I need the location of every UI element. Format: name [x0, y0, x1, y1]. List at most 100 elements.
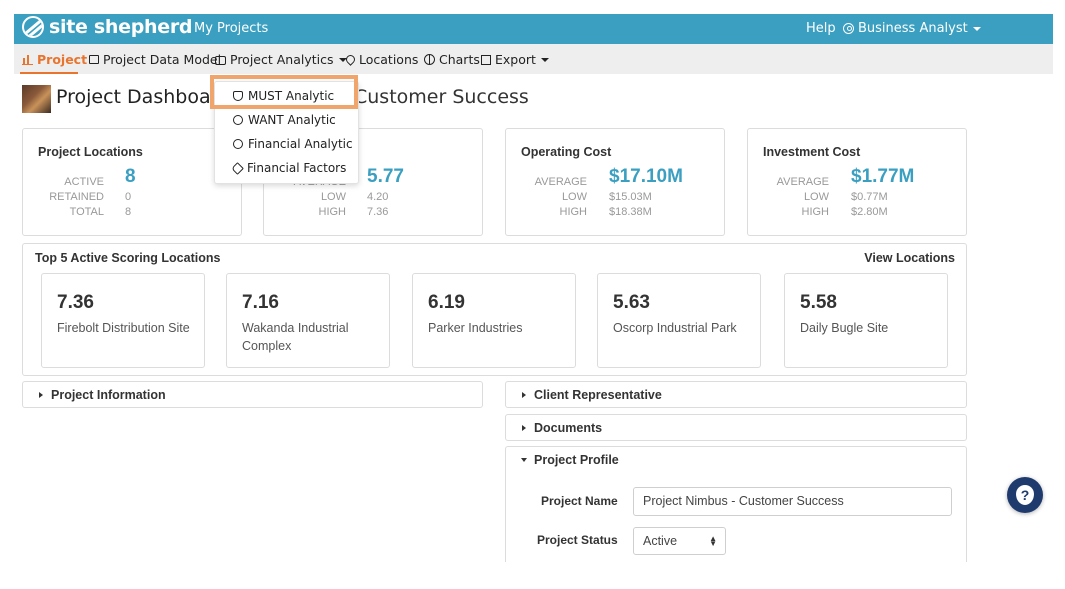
section-label: Documents: [534, 421, 603, 435]
caret-right-icon: [522, 392, 526, 398]
select-arrows-icon: ▲ ▼: [709, 534, 717, 548]
kpi-average-value: $17.10M: [609, 166, 683, 187]
project-profile-header[interactable]: Project Profile: [506, 447, 966, 474]
menu-item-label: WANT Analytic: [248, 113, 336, 127]
section-label: Project Profile: [534, 453, 619, 467]
kpi-high-value: $2.80M: [851, 206, 888, 218]
location-score: 5.63: [613, 292, 650, 313]
kpi-title: Project Locations: [38, 145, 143, 159]
brand-name: site shepherd: [49, 16, 193, 38]
project-thumbnail: [22, 85, 51, 113]
chevron-down-icon: [540, 57, 549, 62]
menu-item-label: Financial Analytic: [248, 137, 353, 151]
kpi-label: ACTIVE: [64, 176, 104, 188]
kpi-project-locations: Project Locations ACTIVE 8 RETAINED 0 TO…: [22, 128, 242, 236]
help-button[interactable]: ?: [1007, 477, 1043, 513]
external-link-icon: [481, 54, 491, 65]
project-name-input[interactable]: Project Nimbus - Customer Success: [633, 487, 952, 516]
location-name: Firebolt Distribution Site: [57, 321, 190, 335]
highlight-box: [210, 75, 358, 109]
chevron-down-icon: [972, 26, 981, 31]
location-score: 7.36: [57, 292, 94, 313]
caret-right-icon: [522, 425, 526, 431]
kpi-total-value: 8: [125, 206, 132, 218]
page-title: Project Dashboard: [56, 86, 231, 108]
nav-bar: Project Project Data Model Project Analy…: [14, 44, 1053, 74]
kpi-investment-cost: Investment Cost AVERAGE $1.77M LOW $0.77…: [747, 128, 967, 236]
kpi-label: LOW: [803, 191, 829, 203]
user-menu[interactable]: Business Analyst: [843, 21, 981, 36]
kpi-label: HIGH: [318, 206, 347, 218]
user-circle-icon: [843, 23, 854, 34]
kpi-average-value: 5.77: [367, 166, 404, 187]
tag-icon: [231, 161, 244, 175]
location-name: Daily Bugle Site: [800, 321, 889, 335]
map-pin-icon: [344, 53, 357, 66]
location-score: 5.58: [800, 292, 837, 313]
kpi-operating-cost: Operating Cost AVERAGE $17.10M LOW $15.0…: [505, 128, 725, 236]
nav-project-analytics-label: Project Analytics: [230, 52, 334, 67]
my-projects-link[interactable]: My Projects: [194, 21, 268, 36]
location-score: 6.19: [428, 292, 465, 313]
project-information-section[interactable]: Project Information: [22, 381, 483, 408]
nav-project[interactable]: Project: [22, 52, 87, 67]
kpi-label: RETAINED: [49, 191, 104, 203]
client-representative-section[interactable]: Client Representative: [505, 381, 967, 408]
nav-project-data-model[interactable]: Project Data Model: [89, 52, 221, 67]
brand-logo[interactable]: site shepherd: [22, 16, 193, 38]
view-locations-link[interactable]: View Locations: [864, 251, 955, 265]
kpi-label: LOW: [320, 191, 346, 203]
kpi-low-value: $15.03M: [609, 191, 652, 203]
kpi-high-value: $18.38M: [609, 206, 652, 218]
location-name: Wakanda Industrial Complex: [242, 321, 349, 353]
nav-project-data-model-label: Project Data Model: [103, 52, 222, 67]
kpi-low-value: 4.20: [367, 191, 389, 203]
dollar-circle-icon: [233, 139, 243, 149]
nav-export[interactable]: Export: [481, 52, 549, 67]
section-label: Client Representative: [534, 388, 662, 402]
section-label: Project Information: [51, 388, 166, 402]
kpi-label: HIGH: [559, 206, 588, 218]
logo-icon: [22, 16, 44, 38]
location-card[interactable]: 7.16 Wakanda Industrial Complex: [226, 273, 390, 368]
nav-charts-label: Charts: [439, 52, 480, 67]
kpi-high-value: 7.36: [367, 206, 389, 218]
kpi-average-value: $1.77M: [851, 166, 915, 187]
help-link[interactable]: Help: [806, 21, 836, 36]
kpi-label: HIGH: [801, 206, 830, 218]
project-profile-section: Project Profile Project Name Project Nim…: [505, 446, 967, 562]
nav-project-analytics[interactable]: Project Analytics: [215, 52, 347, 67]
menu-item-want-analytic[interactable]: WANT Analytic: [233, 113, 336, 127]
active-tab-indicator: [20, 72, 78, 74]
nav-locations-label: Locations: [359, 52, 419, 67]
nav-project-label: Project: [37, 52, 88, 67]
kpi-title: Investment Cost: [763, 145, 861, 159]
location-card[interactable]: 5.58 Daily Bugle Site: [784, 273, 948, 368]
menu-item-financial-factors[interactable]: Financial Factors: [231, 161, 347, 175]
menu-item-financial-analytic[interactable]: Financial Analytic: [233, 137, 353, 151]
project-name-heading: Customer Success: [354, 86, 529, 108]
location-card[interactable]: 5.63 Oscorp Industrial Park: [597, 273, 761, 368]
menu-item-label: Financial Factors: [247, 161, 347, 175]
location-score: 7.16: [242, 292, 279, 313]
documents-section[interactable]: Documents: [505, 414, 967, 441]
location-name: Parker Industries: [428, 321, 523, 335]
project-status-select[interactable]: Active ▲ ▼: [633, 527, 726, 555]
caret-right-icon: [39, 392, 43, 398]
nav-charts[interactable]: Charts: [424, 52, 480, 67]
kpi-label: AVERAGE: [776, 176, 829, 188]
location-card[interactable]: 6.19 Parker Industries: [412, 273, 576, 368]
user-role: Business Analyst: [858, 21, 968, 36]
project-status-label: Project Status: [537, 533, 618, 547]
kpi-label: LOW: [561, 191, 587, 203]
tree-icon: [89, 55, 99, 64]
kpi-retained-value: 0: [125, 191, 132, 203]
kpi-low-value: $0.77M: [851, 191, 888, 203]
bar-chart-icon: [22, 54, 33, 65]
nav-locations[interactable]: Locations: [344, 52, 419, 67]
location-card[interactable]: 7.36 Firebolt Distribution Site: [41, 273, 205, 368]
kpi-label: TOTAL: [69, 206, 104, 218]
kpi-active-value: 8: [125, 166, 136, 187]
panel-title: Top 5 Active Scoring Locations: [35, 251, 221, 265]
pie-chart-icon: [424, 54, 435, 65]
